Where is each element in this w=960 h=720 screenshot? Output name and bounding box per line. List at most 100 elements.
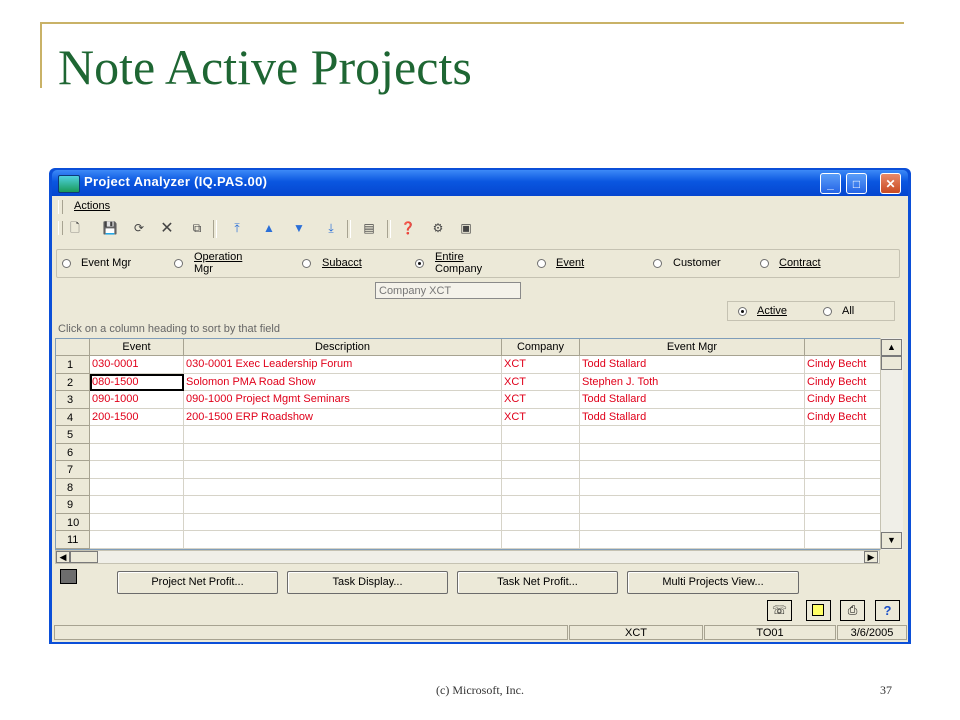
cell-extra[interactable] (805, 513, 885, 531)
cell-extra[interactable]: Cindy Becht (805, 391, 885, 409)
cell-event-mgr[interactable] (580, 478, 805, 496)
horizontal-scrollbar[interactable] (55, 550, 880, 564)
scroll-down-button[interactable]: ▼ (881, 532, 902, 549)
radio-operation-mgr[interactable] (174, 259, 183, 268)
column-header-event[interactable]: Event (90, 339, 184, 356)
company-field[interactable]: Company XCT (375, 282, 521, 299)
cell-extra[interactable]: Cindy Becht (805, 373, 885, 391)
cell-event-mgr[interactable]: Stephen J. Toth (580, 373, 805, 391)
phone-button[interactable]: ☏ (767, 600, 792, 621)
screen-button[interactable]: ▣ (457, 220, 475, 237)
multi-projects-view-button[interactable]: Multi Projects View... (627, 571, 799, 594)
row-number[interactable]: 9 (56, 496, 90, 514)
cell-event-mgr[interactable] (580, 443, 805, 461)
cell-company[interactable] (502, 426, 580, 444)
scroll-up-button[interactable]: ▲ (881, 339, 902, 356)
row-number[interactable]: 8 (56, 478, 90, 496)
row-number[interactable]: 11 (56, 531, 90, 549)
cell-event[interactable] (90, 531, 184, 549)
refresh-button[interactable]: ⟳ (130, 220, 148, 237)
row-number[interactable]: 10 (56, 513, 90, 531)
first-record-button[interactable]: ⤒ (228, 220, 246, 237)
cell-event[interactable] (90, 513, 184, 531)
radio-event[interactable] (537, 259, 546, 268)
scroll-thumb[interactable] (881, 356, 902, 370)
cell-extra[interactable] (805, 531, 885, 549)
cell-event[interactable] (90, 443, 184, 461)
cell-event[interactable]: 030-0001 (90, 356, 184, 374)
delete-button[interactable]: ✕ (158, 220, 176, 237)
cell-event[interactable]: 090-1000 (90, 391, 184, 409)
radio-all[interactable] (823, 307, 832, 316)
cell-extra[interactable]: Cindy Becht (805, 356, 885, 374)
cell-description[interactable] (184, 531, 502, 549)
horizontal-scroll-thumb[interactable] (70, 551, 98, 563)
cell-description[interactable]: 090-1000 Project Mgmt Seminars (184, 391, 502, 409)
column-header-event-mgr[interactable]: Event Mgr (580, 339, 805, 356)
task-display-button[interactable]: Task Display... (287, 571, 448, 594)
task-net-profit-button[interactable]: Task Net Profit... (457, 571, 618, 594)
cell-company[interactable] (502, 496, 580, 514)
cell-event-mgr[interactable] (580, 426, 805, 444)
cell-description[interactable] (184, 496, 502, 514)
window-view-button[interactable]: ▤ (360, 220, 378, 237)
cell-company[interactable]: XCT (502, 391, 580, 409)
cell-description[interactable] (184, 461, 502, 479)
cell-company[interactable] (502, 461, 580, 479)
copy-button[interactable]: ⧉ (188, 220, 206, 237)
cell-description[interactable] (184, 426, 502, 444)
row-number[interactable]: 2 (56, 373, 90, 391)
column-header-extra[interactable] (805, 339, 885, 356)
radio-contract[interactable] (760, 259, 769, 268)
next-record-button[interactable]: ▼ (290, 220, 308, 237)
cell-description[interactable]: 030-0001 Exec Leadership Forum (184, 356, 502, 374)
row-number[interactable]: 3 (56, 391, 90, 409)
cell-event[interactable]: 200-1500 (90, 408, 184, 426)
cell-description[interactable] (184, 443, 502, 461)
project-net-profit-button[interactable]: Project Net Profit... (117, 571, 278, 594)
save-button[interactable]: 💾 (101, 220, 119, 237)
radio-entire-company[interactable] (415, 259, 424, 268)
cell-event-mgr[interactable] (580, 513, 805, 531)
cell-description[interactable]: 200-1500 ERP Roadshow (184, 408, 502, 426)
cell-event[interactable]: 080-1500 (90, 373, 184, 391)
cell-company[interactable] (502, 443, 580, 461)
row-number[interactable]: 4 (56, 408, 90, 426)
scroll-right-button[interactable]: ▶ (864, 551, 878, 563)
minimize-button[interactable]: _ (820, 173, 841, 194)
cell-extra[interactable] (805, 478, 885, 496)
cell-event-mgr[interactable]: Todd Stallard (580, 391, 805, 409)
previous-record-button[interactable]: ▲ (260, 220, 278, 237)
new-button[interactable]: 🗋 (66, 220, 84, 237)
cell-extra[interactable]: Cindy Becht (805, 408, 885, 426)
cell-company[interactable]: XCT (502, 373, 580, 391)
cell-event-mgr[interactable] (580, 461, 805, 479)
column-header-description[interactable]: Description (184, 339, 502, 356)
close-button[interactable]: ✕ (880, 173, 901, 194)
cell-extra[interactable] (805, 496, 885, 514)
cell-extra[interactable] (805, 426, 885, 444)
record-selector-icon[interactable] (60, 569, 77, 584)
cell-description[interactable] (184, 513, 502, 531)
cell-event[interactable] (90, 496, 184, 514)
maximize-button[interactable]: □ (846, 173, 867, 194)
cell-event-mgr[interactable]: Todd Stallard (580, 408, 805, 426)
note-button[interactable] (806, 600, 831, 621)
row-number[interactable]: 1 (56, 356, 90, 374)
scroll-left-button[interactable]: ◀ (56, 551, 70, 563)
cell-company[interactable] (502, 513, 580, 531)
cell-company[interactable]: XCT (502, 408, 580, 426)
print-button[interactable]: ⎙ (840, 600, 865, 621)
last-record-button[interactable]: ⤓ (322, 220, 340, 237)
cell-company[interactable] (502, 478, 580, 496)
menu-actions[interactable]: Actions (74, 200, 110, 212)
radio-customer[interactable] (653, 259, 662, 268)
cell-event[interactable] (90, 426, 184, 444)
help-query-button[interactable]: ? (875, 600, 900, 621)
cell-event-mgr[interactable]: Todd Stallard (580, 356, 805, 374)
help-button[interactable]: ❓ (399, 220, 417, 237)
cell-event[interactable] (90, 461, 184, 479)
radio-active[interactable] (738, 307, 747, 316)
cell-company[interactable] (502, 531, 580, 549)
cell-description[interactable] (184, 478, 502, 496)
